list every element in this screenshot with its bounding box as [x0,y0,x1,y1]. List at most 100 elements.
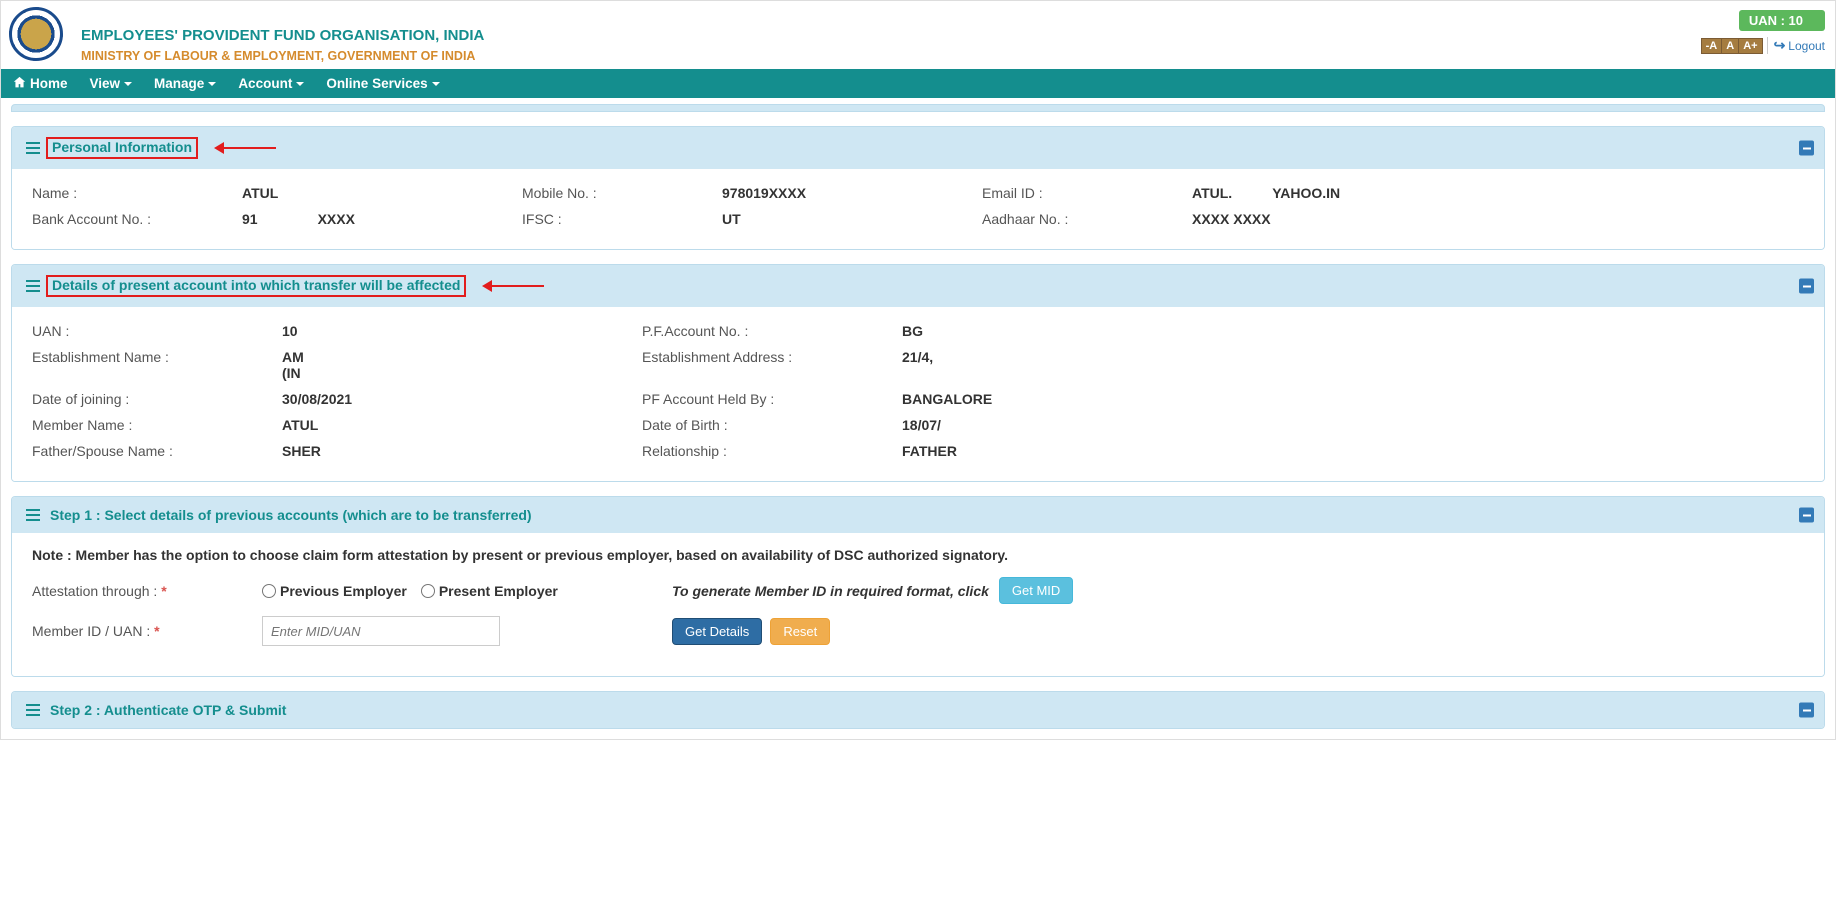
ifsc-value: UT [722,211,952,227]
nav-account[interactable]: Account [238,76,304,91]
panel-step2-head[interactable]: Step 2 : Authenticate OTP & Submit [12,692,1824,728]
radio-present-employer[interactable]: Present Employer [421,583,558,599]
attestation-row: Attestation through : Previous Employer … [32,577,1804,604]
nav-view[interactable]: View [90,76,133,91]
radio-present-employer-input[interactable] [421,584,435,598]
collapse-button[interactable] [1799,279,1814,294]
member-name-value: ATUL [282,417,612,433]
attestation-label: Attestation through : [32,583,252,599]
get-mid-row: To generate Member ID in required format… [672,577,1804,604]
nav-account-label: Account [238,76,292,91]
nav-view-label: View [90,76,121,91]
name-value: ATUL [242,185,492,201]
nav-manage-label: Manage [154,76,204,91]
panel-personal-title: Personal Information [46,137,198,159]
org-title: EMPLOYEES' PROVIDENT FUND ORGANISATION, … [81,27,484,44]
menu-icon [26,142,40,154]
uan-badge: UAN : 10 [1739,10,1825,31]
logout-icon: ↪ [1774,37,1786,54]
radio-previous-employer[interactable]: Previous Employer [262,583,407,599]
doj-label: Date of joining : [32,391,252,407]
father-spouse-value: SHER [282,443,612,459]
dob-value: 18/07/ [902,417,1804,433]
org-subtitle: MINISTRY OF LABOUR & EMPLOYMENT, GOVERNM… [81,49,475,63]
panel-step2-title: Step 2 : Authenticate OTP & Submit [50,702,286,718]
relationship-value: FATHER [902,443,1804,459]
collapse-button[interactable] [1799,508,1814,523]
generate-mid-text: To generate Member ID in required format… [672,583,989,599]
radio-previous-employer-input[interactable] [262,584,276,598]
get-details-button[interactable]: Get Details [672,618,762,645]
home-icon [13,76,26,92]
name-label: Name : [32,185,212,201]
highlight-arrow-icon [214,144,276,152]
personal-grid: Name : ATUL Mobile No. : 978019XXXX Emai… [32,185,1804,227]
top-right-controls: -A A A+ ↪ Logout [1701,37,1825,54]
pf-value: BG [902,323,1804,339]
email-value: ATUL.YAHOO.IN [1192,185,1804,201]
logout-link[interactable]: ↪ Logout [1767,37,1825,54]
est-addr-label: Establishment Address : [642,349,872,381]
doj-value: 30/08/2021 [282,391,612,407]
radio-previous-employer-label: Previous Employer [280,583,407,599]
menu-icon [26,704,40,716]
member-name-label: Member Name : [32,417,252,433]
nav-manage[interactable]: Manage [154,76,216,91]
member-id-row: Member ID / UAN : Get Details Reset [32,616,1804,646]
ifsc-label: IFSC : [522,211,692,227]
panel-present-title: Details of present account into which tr… [46,275,466,297]
font-size-controls: -A A A+ [1701,38,1763,54]
menu-icon [26,280,40,292]
father-spouse-label: Father/Spouse Name : [32,443,252,459]
collapsed-strip [11,104,1825,112]
collapse-button[interactable] [1799,703,1814,718]
mobile-value: 978019XXXX [722,185,952,201]
chevron-down-icon [432,82,440,86]
present-grid: UAN : 10 P.F.Account No. : BG Establishm… [32,323,1804,459]
heldby-value: BANGALORE [902,391,1804,407]
member-id-label: Member ID / UAN : [32,623,252,639]
nav-online-services-label: Online Services [326,76,427,91]
panel-personal-information: Personal Information Name : ATUL Mobile … [11,126,1825,250]
step1-note: Note : Member has the option to choose c… [32,547,1804,563]
mobile-label: Mobile No. : [522,185,692,201]
nav-online-services[interactable]: Online Services [326,76,439,91]
est-addr-value: 21/4, [902,349,1804,381]
nav-home[interactable]: Home [13,76,68,92]
bank-label: Bank Account No. : [32,211,212,227]
highlight-arrow-icon [482,282,544,290]
est-name-value: AM (IN [282,349,612,381]
email-label: Email ID : [982,185,1162,201]
relationship-label: Relationship : [642,443,872,459]
radio-present-employer-label: Present Employer [439,583,558,599]
page-content: Personal Information Name : ATUL Mobile … [1,98,1835,739]
dob-label: Date of Birth : [642,417,872,433]
panel-present-account: Details of present account into which tr… [11,264,1825,482]
heldby-label: PF Account Held By : [642,391,872,407]
collapse-button[interactable] [1799,141,1814,156]
panel-step1-head[interactable]: Step 1 : Select details of previous acco… [12,497,1824,533]
chevron-down-icon [124,82,132,86]
top-bar: EMPLOYEES' PROVIDENT FUND ORGANISATION, … [1,1,1835,69]
main-nav: Home View Manage Account Online Services [1,69,1835,98]
chevron-down-icon [208,82,216,86]
epfo-logo [9,7,63,61]
logout-label: Logout [1788,39,1825,53]
panel-personal-head[interactable]: Personal Information [12,127,1824,169]
pf-label: P.F.Account No. : [642,323,872,339]
uan-value: 10 [282,323,612,339]
font-increase-button[interactable]: A+ [1738,39,1761,53]
menu-icon [26,509,40,521]
action-buttons: Get Details Reset [672,618,1804,645]
est-name-label: Establishment Name : [32,349,252,381]
get-mid-button[interactable]: Get MID [999,577,1073,604]
font-decrease-button[interactable]: -A [1702,39,1722,53]
panel-step2: Step 2 : Authenticate OTP & Submit [11,691,1825,729]
panel-present-head[interactable]: Details of present account into which tr… [12,265,1824,307]
bank-value: 91XXXX [242,211,492,227]
font-normal-button[interactable]: A [1721,39,1738,53]
aadhaar-label: Aadhaar No. : [982,211,1162,227]
member-id-input[interactable] [262,616,500,646]
chevron-down-icon [296,82,304,86]
reset-button[interactable]: Reset [770,618,830,645]
